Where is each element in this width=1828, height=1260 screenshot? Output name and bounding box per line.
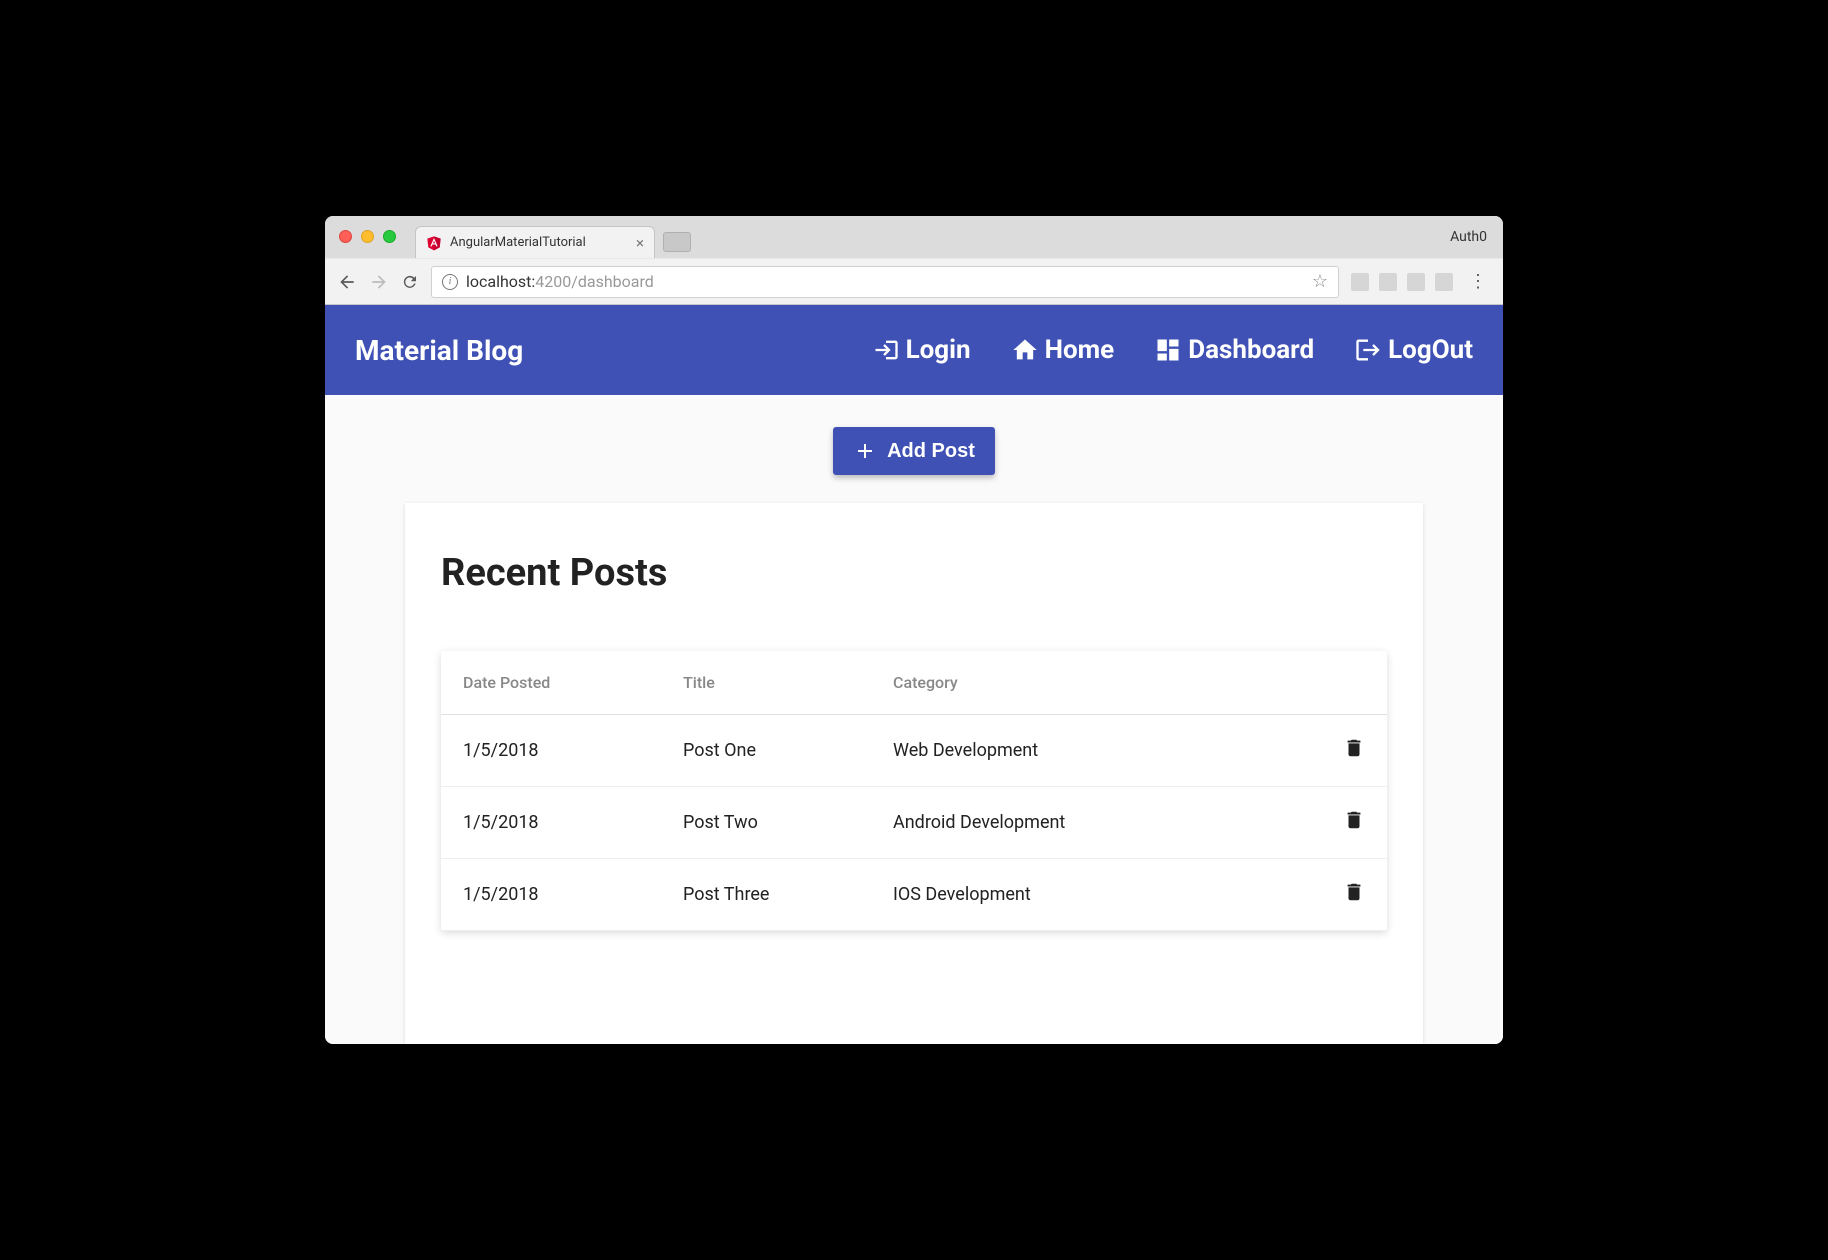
add-post-button[interactable]: Add Post <box>833 427 995 475</box>
nav-label: Dashboard <box>1188 335 1314 365</box>
header-title: Title <box>661 651 871 715</box>
brand-title: Material Blog <box>355 334 523 367</box>
cell-date: 1/5/2018 <box>441 787 661 859</box>
traffic-lights <box>339 230 396 243</box>
login-icon <box>872 336 900 364</box>
posts-table: Date Posted Title Category 1/5/2018 Post… <box>441 651 1387 931</box>
extension-icon[interactable] <box>1379 273 1397 291</box>
nav-label: Login <box>906 335 971 365</box>
cell-date: 1/5/2018 <box>441 715 661 787</box>
browser-menu-button[interactable]: ⋮ <box>1465 271 1491 292</box>
nav-label: Home <box>1045 335 1115 365</box>
cell-title: Post Two <box>661 787 871 859</box>
recent-posts-card: Recent Posts Date Posted Title Category … <box>405 503 1423 1044</box>
profile-label[interactable]: Auth0 <box>1450 229 1487 245</box>
window-maximize-button[interactable] <box>383 230 396 243</box>
cell-date: 1/5/2018 <box>441 859 661 931</box>
cell-title: Post Three <box>661 859 871 931</box>
header-category: Category <box>871 651 1321 715</box>
table-row: 1/5/2018 Post One Web Development <box>441 715 1387 787</box>
address-bar-row: i localhost:4200/dashboard ☆ ⋮ <box>325 258 1503 304</box>
trash-icon[interactable] <box>1343 809 1365 831</box>
window-minimize-button[interactable] <box>361 230 374 243</box>
extension-icon[interactable] <box>1407 273 1425 291</box>
cell-delete <box>1321 859 1387 931</box>
browser-window: AngularMaterialTutorial × Auth0 i localh… <box>325 216 1503 1044</box>
cell-delete <box>1321 715 1387 787</box>
logout-icon <box>1354 336 1382 364</box>
extension-icon[interactable] <box>1435 273 1453 291</box>
home-icon <box>1011 336 1039 364</box>
extension-icon[interactable] <box>1351 273 1369 291</box>
angular-icon <box>426 235 442 251</box>
table-header-row: Date Posted Title Category <box>441 651 1387 715</box>
posts-table-wrap: Date Posted Title Category 1/5/2018 Post… <box>441 651 1387 931</box>
header-actions <box>1321 651 1387 715</box>
extension-icons <box>1351 273 1453 291</box>
browser-tab[interactable]: AngularMaterialTutorial × <box>415 226 655 258</box>
window-close-button[interactable] <box>339 230 352 243</box>
nav-links: Login Home Dashboard LogOut <box>872 335 1473 365</box>
browser-chrome: AngularMaterialTutorial × Auth0 i localh… <box>325 216 1503 305</box>
cell-category: Android Development <box>871 787 1321 859</box>
nav-label: LogOut <box>1388 335 1473 365</box>
tab-bar: AngularMaterialTutorial × Auth0 <box>325 216 1503 258</box>
table-row: 1/5/2018 Post Two Android Development <box>441 787 1387 859</box>
url-text: localhost:4200/dashboard <box>466 272 654 291</box>
add-post-label: Add Post <box>887 440 975 463</box>
plus-icon <box>853 439 877 463</box>
header-date: Date Posted <box>441 651 661 715</box>
viewport: Material Blog Login Home Dashboard LogOu… <box>325 305 1503 1044</box>
table-row: 1/5/2018 Post Three IOS Development <box>441 859 1387 931</box>
new-tab-button[interactable] <box>663 232 691 252</box>
nav-login[interactable]: Login <box>872 335 971 365</box>
forward-button[interactable] <box>369 272 389 292</box>
cell-category: IOS Development <box>871 859 1321 931</box>
cell-delete <box>1321 787 1387 859</box>
nav-dashboard[interactable]: Dashboard <box>1154 335 1314 365</box>
nav-home[interactable]: Home <box>1011 335 1115 365</box>
site-info-icon[interactable]: i <box>442 274 458 290</box>
card-title: Recent Posts <box>441 551 1387 595</box>
dashboard-icon <box>1154 336 1182 364</box>
bookmark-star-icon[interactable]: ☆ <box>1312 271 1328 292</box>
nav-logout[interactable]: LogOut <box>1354 335 1473 365</box>
trash-icon[interactable] <box>1343 881 1365 903</box>
add-post-container: Add Post <box>325 395 1503 503</box>
tab-close-button[interactable]: × <box>636 234 644 252</box>
back-button[interactable] <box>337 272 357 292</box>
reload-button[interactable] <box>401 273 419 291</box>
tab-title: AngularMaterialTutorial <box>450 235 586 250</box>
app-toolbar: Material Blog Login Home Dashboard LogOu… <box>325 305 1503 395</box>
cell-title: Post One <box>661 715 871 787</box>
cell-category: Web Development <box>871 715 1321 787</box>
address-bar[interactable]: i localhost:4200/dashboard ☆ <box>431 266 1339 298</box>
trash-icon[interactable] <box>1343 737 1365 759</box>
